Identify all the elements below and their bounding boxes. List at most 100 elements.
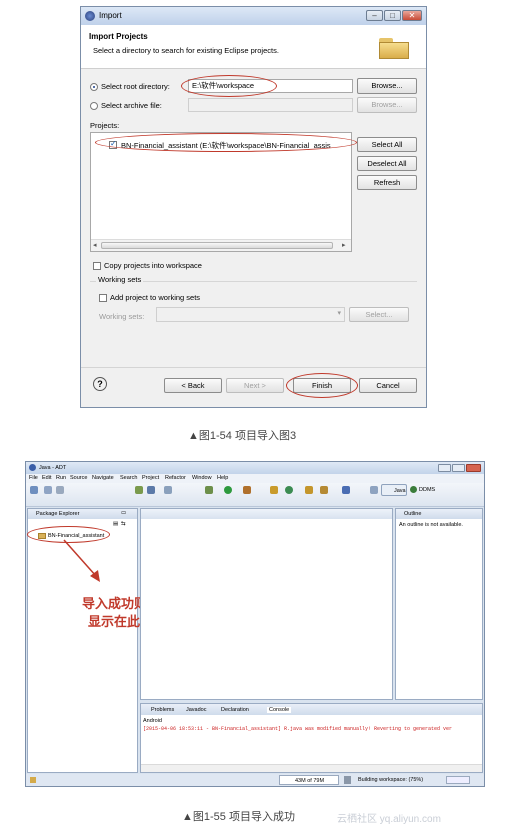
help-icon[interactable]: ? [93,377,107,391]
select-archive-label: Select archive file: [101,101,162,110]
adt-icon [29,464,36,471]
horizontal-scrollbar[interactable]: ◂ ▸ [91,239,351,251]
new-icon[interactable] [30,486,38,494]
menu-window[interactable]: Window [192,475,212,481]
archive-path-input [188,98,353,112]
outline-tab[interactable]: Outline [404,511,421,517]
javadoc-tab[interactable]: Javadoc [186,707,207,713]
menu-edit[interactable]: Edit [42,475,51,481]
debug-icon[interactable] [205,486,213,494]
menu-project[interactable]: Project [142,475,159,481]
browse-button[interactable]: Browse... [357,78,417,94]
select-working-sets-button: Select... [349,307,409,322]
minimize-button[interactable]: – [366,10,383,21]
ide-title: Java - ADT [39,465,67,471]
copy-projects-checkbox[interactable] [93,262,101,270]
menu-run[interactable]: Run [56,475,66,481]
console-panel: Problems Javadoc Declaration Console And… [140,703,483,773]
console-tab[interactable]: Console [267,707,292,713]
menu-navigate[interactable]: Navigate [92,475,114,481]
problems-tab[interactable]: Problems [151,707,174,713]
collapse-all-icon[interactable]: ▤ [113,521,118,527]
run-icon[interactable] [224,486,232,494]
new-class-icon[interactable] [270,486,278,494]
pen-icon[interactable] [320,486,328,494]
ide-close-button[interactable] [466,464,481,472]
dialog-footer-divider [81,367,426,368]
annotation-ellipse-finish [286,373,358,398]
working-sets-label: Working sets: [99,312,145,321]
next-button: Next > [226,378,284,393]
deselect-all-button[interactable]: Deselect All [357,156,417,171]
perspective-ddms[interactable]: DDMS [409,484,435,496]
menu-refactor[interactable]: Refactor [165,475,186,481]
pin-icon[interactable] [342,486,350,494]
declaration-tab[interactable]: Declaration [221,707,249,713]
working-sets-combo: ▾ [156,307,345,322]
annotation-text-2: 显示在此 [88,614,141,629]
open-perspective-icon[interactable] [370,486,378,494]
add-working-set-label: Add project to working sets [110,293,201,302]
external-tools-icon[interactable] [243,486,251,494]
editor-top-strip [141,509,392,519]
menu-help[interactable]: Help [217,475,228,481]
console-header: Android [143,718,162,724]
select-root-label: Select root directory: [101,82,170,91]
status-bar: 43M of 79M Building workspace: (75%) [26,774,484,786]
build-status: Building workspace: (75%) [358,777,424,783]
select-all-button[interactable]: Select All [357,137,417,152]
ide-minimize-button[interactable] [438,464,451,472]
figure-caption-1: ▲图1-54 项目导入图3 [188,430,297,442]
header-title: Import Projects [89,32,148,41]
add-working-set-checkbox[interactable] [99,294,107,302]
annotation-arrow [63,539,100,582]
editor-area [140,508,393,700]
scroll-right-icon[interactable]: ▸ [342,241,346,249]
ddms-icon [410,486,417,493]
pkg-tab-bar: Package Explorer ▭ [28,509,137,519]
menu-file[interactable]: File [29,475,38,481]
link-editor-icon[interactable]: ⇆ [121,521,126,527]
dialog-titlebar: Import – □ ✕ [81,7,426,25]
cancel-button[interactable]: Cancel [359,378,417,393]
open-type-icon[interactable] [285,486,293,494]
menu-source[interactable]: Source [70,475,87,481]
figure-caption-2: ▲图1-55 项目导入成功 [182,811,295,823]
header-description: Select a directory to search for existin… [93,46,279,55]
lint-icon[interactable] [164,486,172,494]
perspective-java[interactable]: Java [381,484,407,496]
watermark: 云栖社区 yq.aliyun.com [337,814,441,825]
refresh-button[interactable]: Refresh [357,175,417,190]
console-scrollbar[interactable] [141,764,482,772]
progress-indicator[interactable] [446,776,470,784]
dialog-title: Import [99,11,122,20]
save-icon[interactable] [44,486,52,494]
avd-manager-icon[interactable] [147,486,155,494]
annotation-text-1: 导入成功则 [82,596,148,611]
maximize-button[interactable]: □ [384,10,401,21]
select-archive-radio[interactable] [90,102,98,110]
status-left-icon [30,777,36,783]
console-output-line: [2015-04-06 18:53:11 - BN-Financial_assi… [143,726,453,732]
package-explorer-tab[interactable]: Package Explorer [36,511,79,517]
scroll-left-icon[interactable]: ◂ [93,241,97,249]
scroll-thumb[interactable] [101,242,333,249]
gc-icon[interactable] [344,776,351,784]
copy-projects-label: Copy projects into workspace [104,261,202,270]
working-sets-title: Working sets [96,275,144,284]
print-icon[interactable] [56,486,64,494]
memory-indicator[interactable]: 43M of 79M [279,775,339,785]
sdk-manager-icon[interactable] [135,486,143,494]
ide-menubar: File Edit Run Source Navigate Search Pro… [26,474,484,483]
ide-titlebar: Java - ADT [26,462,484,474]
close-button[interactable]: ✕ [402,10,422,21]
import-dialog: Import – □ ✕ Import Projects Select a di… [80,6,427,408]
console-tab-bar: Problems Javadoc Declaration Console [141,704,482,715]
ide-maximize-button[interactable] [452,464,465,472]
back-button[interactable]: < Back [164,378,222,393]
menu-search[interactable]: Search [120,475,137,481]
annotation-ellipse-project [95,133,357,152]
pkg-minimize-icon[interactable]: ▭ [121,510,126,516]
search-icon[interactable] [305,486,313,494]
select-root-radio[interactable] [90,83,98,91]
